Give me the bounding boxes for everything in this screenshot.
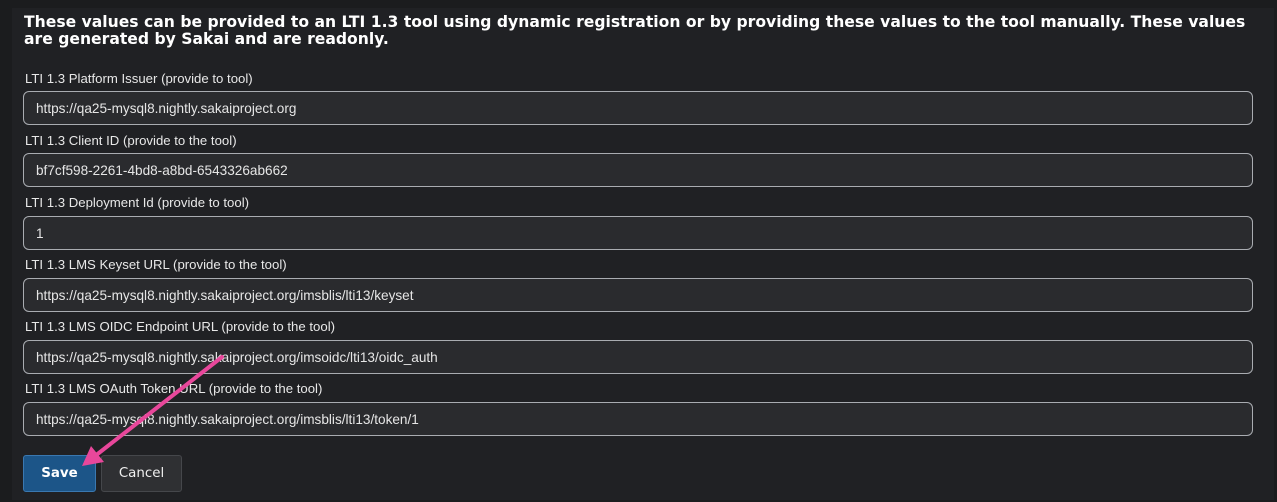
deployment-id-label: LTI 1.3 Deployment Id (provide to tool) (25, 195, 250, 210)
oauth-token-input[interactable] (23, 402, 1253, 436)
cancel-button[interactable]: Cancel (101, 455, 182, 492)
client-id-label: LTI 1.3 Client ID (provide to the tool) (25, 133, 237, 148)
save-button[interactable]: Save (23, 455, 96, 492)
oidc-endpoint-input[interactable] (23, 340, 1253, 374)
keyset-url-input[interactable] (23, 278, 1253, 312)
keyset-url-label: LTI 1.3 LMS Keyset URL (provide to the t… (25, 257, 287, 272)
platform-issuer-input[interactable] (23, 91, 1253, 125)
deployment-id-input[interactable] (23, 216, 1253, 250)
oidc-endpoint-label: LTI 1.3 LMS OIDC Endpoint URL (provide t… (25, 319, 336, 334)
intro-text: These values can be provided to an LTI 1… (24, 13, 1246, 48)
client-id-input[interactable] (23, 153, 1253, 187)
oauth-token-label: LTI 1.3 LMS OAuth Token URL (provide to … (25, 381, 323, 396)
platform-issuer-label: LTI 1.3 Platform Issuer (provide to tool… (25, 71, 253, 86)
lti-registration-page: These values can be provided to an LTI 1… (0, 0, 1277, 502)
